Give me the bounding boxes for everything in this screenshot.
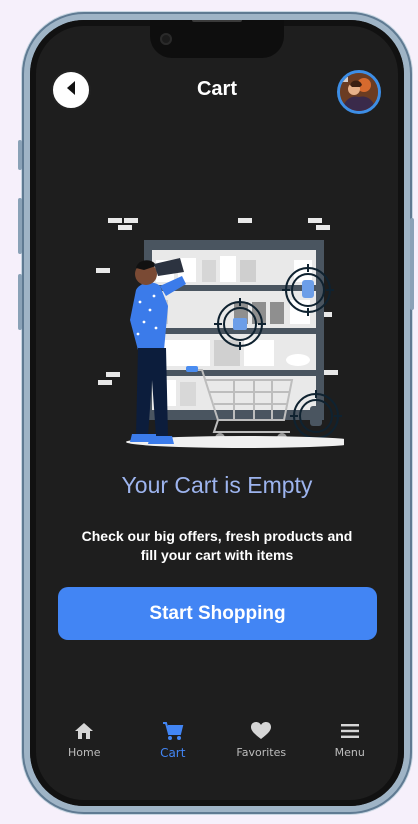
phone-volume-up <box>18 198 22 254</box>
front-camera <box>160 33 172 45</box>
nav-item-menu[interactable]: Menu <box>306 720 395 770</box>
start-shopping-button[interactable]: Start Shopping <box>58 587 377 640</box>
notch <box>150 20 284 58</box>
empty-cart-description: Check our big offers, fresh products and… <box>81 528 353 563</box>
bottom-navigation: Home Cart Favorites Menu <box>40 720 394 770</box>
heart-icon <box>250 720 272 742</box>
nav-item-cart[interactable]: Cart <box>129 720 218 770</box>
phone-volume-down <box>18 274 22 330</box>
app-screen: Cart Your Cart is Empty Check our big of… <box>30 20 404 806</box>
cart-icon <box>162 720 184 742</box>
menu-icon <box>339 720 361 742</box>
nav-label-favorites: Favorites <box>236 746 287 759</box>
empty-cart-title: Your Cart is Empty <box>121 472 313 498</box>
speaker <box>192 20 242 22</box>
nav-item-home[interactable]: Home <box>40 720 129 770</box>
nav-label-home: Home <box>68 746 101 759</box>
nav-item-favorites[interactable]: Favorites <box>217 720 306 770</box>
empty-cart-illustration <box>94 210 362 450</box>
phone-power-button <box>410 218 414 310</box>
home-icon <box>73 720 95 742</box>
user-avatar[interactable] <box>337 70 381 114</box>
nav-label-menu: Menu <box>334 746 365 759</box>
phone-silent-switch <box>18 140 22 170</box>
nav-label-cart: Cart <box>160 746 186 760</box>
